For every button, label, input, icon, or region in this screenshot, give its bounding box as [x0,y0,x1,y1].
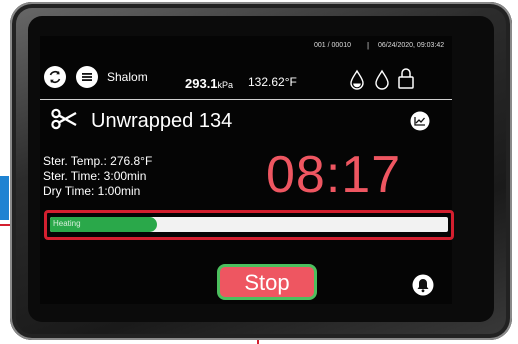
datetime: 06/24/2020, 09:03:42 [378,42,445,49]
header-separator: | [367,41,370,50]
temperature-readout: 132.62°F [248,75,297,89]
dry-time: Dry Time: 1:00min [43,184,141,198]
lock-icon[interactable] [397,66,415,90]
user-name[interactable]: Shalom [107,70,148,84]
touch-screen: 001 / 00010 | 06/24/2020, 09:03:42 Shalo… [40,36,454,304]
side-tab-marker [0,176,9,220]
stop-button[interactable]: Stop [217,264,317,300]
scissors-icon [50,108,78,130]
refresh-icon[interactable] [43,65,67,89]
water-drop-outline-icon [374,69,390,91]
ster-time: Ster. Time: 3:00min [43,169,147,183]
ster-temp: Ster. Temp.: 276.8°F [43,154,153,168]
countdown-timer: 08:17 [266,146,402,204]
chart-icon[interactable] [410,111,430,131]
device-frame: 001 / 00010 | 06/24/2020, 09:03:42 Shalo… [10,2,512,340]
progress-track: Heating [50,217,448,232]
pressure-readout: 293.1kPa [185,75,233,93]
bell-icon[interactable] [412,274,434,296]
water-drop-filled-icon [349,69,365,91]
cycle-counter: 001 / 00010 [314,42,351,49]
program-name: Unwrapped 134 [91,110,233,132]
progress-label: Heating [53,219,81,228]
header-divider [40,99,452,100]
pressure-unit: kPa [217,80,234,90]
pressure-value: 293.1 [185,76,218,91]
stop-button-label: Stop [244,270,290,295]
menu-icon[interactable] [75,65,99,89]
